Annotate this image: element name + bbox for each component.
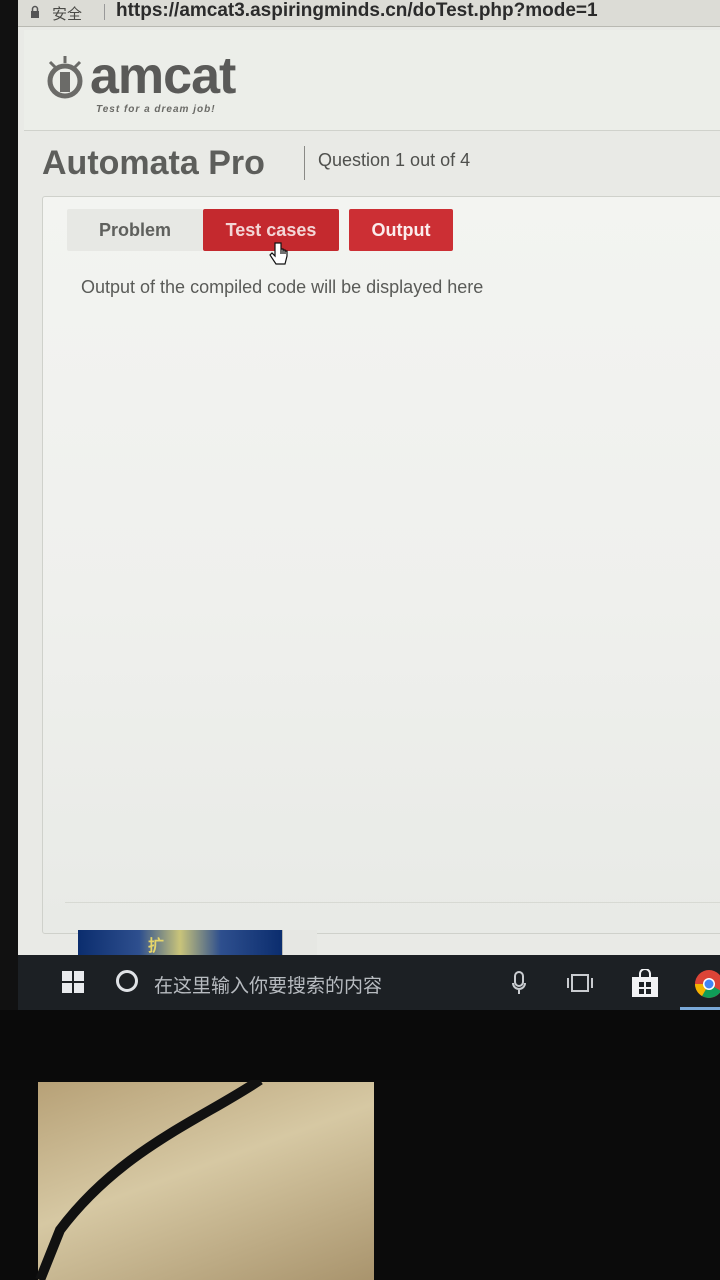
question-progress: Question 1 out of 4 — [318, 150, 471, 170]
page-title: Automata Pro — [42, 144, 265, 182]
monitor-bottom-bezel — [0, 1010, 720, 1090]
logo-text: amcat — [90, 47, 236, 105]
code-panel: Problem Test cases Output Output of the … — [42, 196, 720, 934]
thumbnail-side — [282, 930, 317, 956]
tab-problem[interactable]: Problem — [67, 209, 203, 251]
address-divider — [104, 4, 105, 20]
amcat-logo-icon — [47, 56, 83, 99]
lock-icon — [31, 5, 39, 18]
site-header: amcat Test for a dream job! — [24, 30, 720, 131]
taskbar-search-input[interactable]: 在这里输入你要搜索的内容 — [154, 971, 382, 998]
cable-shape — [35, 1080, 263, 1280]
tab-output[interactable]: Output — [349, 209, 453, 251]
tagline: Test for a dream job! — [96, 104, 216, 115]
title-row: Automata Pro Question 1 out of 4 — [42, 140, 720, 190]
windows-start-icon[interactable] — [62, 971, 84, 993]
cortana-icon[interactable] — [116, 970, 138, 992]
windows-taskbar: 在这里输入你要搜索的内容 — [18, 955, 720, 1010]
hand-cursor-icon — [269, 242, 288, 265]
monitor-screen: 安全 https://amcat3.aspiringminds.cn/doTes… — [18, 0, 720, 1010]
url-text[interactable]: https://amcat3.aspiringminds.cn/doTest.p… — [116, 0, 598, 22]
title-divider — [304, 146, 305, 180]
thumbnail-text: 扩 — [148, 938, 165, 955]
microphone-icon[interactable] — [512, 971, 526, 995]
task-view-icon[interactable] — [566, 973, 594, 993]
secure-label: 安全 — [52, 6, 83, 23]
output-message: Output of the compiled code will be disp… — [81, 277, 484, 297]
thumbnail-banner[interactable]: 扩 — [78, 930, 282, 956]
store-icon[interactable] — [630, 969, 660, 999]
chrome-icon[interactable] — [694, 969, 720, 999]
browser-address-bar[interactable]: 安全 https://amcat3.aspiringminds.cn/doTes… — [18, 0, 720, 27]
panel-divider — [65, 902, 720, 903]
